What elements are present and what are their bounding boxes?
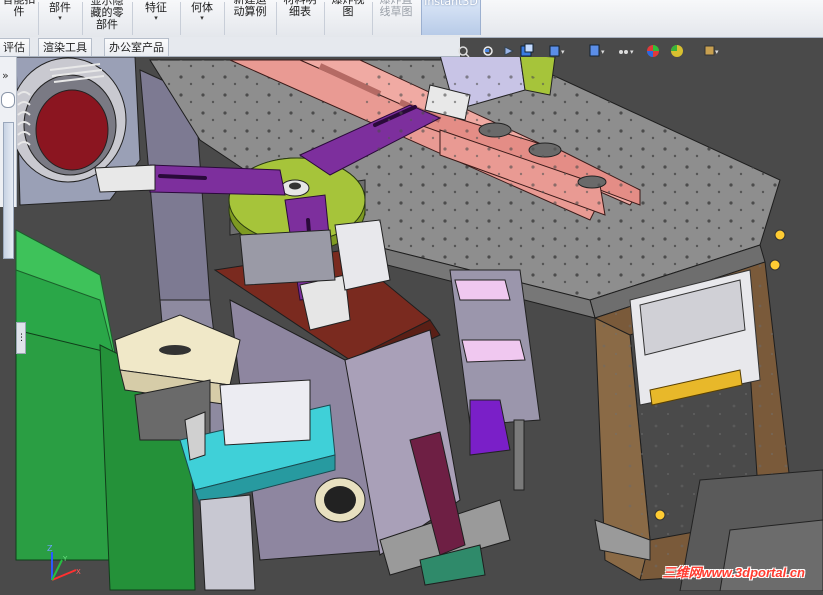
- features-button[interactable]: 特征 ▾: [134, 0, 178, 37]
- command-manager-ribbon: 智能扣 件 部件 ▾ 显示隐 藏的零 部件 特征 ▾ 何体 ▾ 新建运 动算例 …: [0, 0, 823, 38]
- explode-line-sketch-button[interactable]: 爆炸直 线草图: [374, 0, 418, 37]
- instant3d-label: Instant3D: [424, 0, 478, 8]
- reference-geometry-button[interactable]: 何体 ▾: [182, 0, 222, 37]
- section-view-icon[interactable]: [520, 43, 534, 57]
- svg-text:▾: ▾: [630, 48, 634, 56]
- graphics-area[interactable]: Z Y X 三维网www.3dportal.cn: [0, 54, 823, 592]
- command-manager-tabs: 评估 渲染工具 办公室产品: [0, 37, 460, 57]
- display-style-icon[interactable]: ▾: [589, 44, 605, 57]
- smart-fasteners-label: 智能扣 件: [3, 0, 36, 18]
- panel-splitter-handle[interactable]: ⋮: [16, 322, 26, 354]
- features-label: 特征: [145, 1, 167, 14]
- zoom-area-icon[interactable]: [483, 46, 493, 56]
- watermark: 三维网www.3dportal.cn: [662, 565, 805, 580]
- assembly-model: [0, 54, 823, 592]
- show-hidden-components-label: 显示隐 藏的零 部件: [90, 0, 124, 31]
- view-orientation-icon[interactable]: ▾: [549, 45, 565, 57]
- view-settings-icon[interactable]: ▾: [704, 45, 719, 56]
- bill-of-materials-button[interactable]: 材料明 细表: [278, 0, 322, 37]
- ribbon-separator: [224, 2, 225, 35]
- components-button[interactable]: 部件 ▾: [40, 0, 80, 37]
- svg-text:▾: ▾: [601, 48, 605, 56]
- svg-text:▾: ▾: [561, 48, 565, 56]
- triad-y-label: Y: [62, 555, 68, 563]
- instant3d-button[interactable]: Instant3D: [421, 0, 481, 35]
- feature-manager-collapsed-panel: »: [0, 57, 17, 259]
- chevron-down-icon: ▾: [58, 14, 62, 22]
- new-motion-study-label: 新建运 动算例: [233, 0, 267, 18]
- apply-scene-icon[interactable]: [671, 45, 683, 57]
- hide-show-icon[interactable]: ▾: [619, 48, 634, 56]
- smart-fasteners-button[interactable]: 智能扣 件: [0, 0, 38, 37]
- chevron-down-icon: ▾: [200, 14, 204, 22]
- ribbon-separator: [180, 2, 181, 35]
- edit-appearance-icon[interactable]: [647, 45, 659, 57]
- explode-line-sketch-label: 爆炸直 线草图: [379, 0, 413, 18]
- svg-text:▾: ▾: [715, 48, 719, 56]
- panel-toggle-icon[interactable]: [1, 92, 15, 108]
- coordinate-triad: Z Y X: [47, 544, 81, 581]
- heads-up-view-toolbar: ▾ ▾ ▾ ▾: [458, 43, 719, 58]
- components-label: 部件: [49, 1, 71, 14]
- tab-evaluate[interactable]: 评估: [0, 38, 30, 56]
- panel-scrollbar[interactable]: [3, 122, 14, 259]
- ribbon-separator: [276, 2, 277, 35]
- ribbon-separator: [38, 2, 39, 35]
- tab-office-products[interactable]: 办公室产品: [104, 38, 169, 56]
- exploded-view-label: 爆炸视 图: [332, 0, 365, 18]
- ribbon-separator: [132, 2, 133, 35]
- expand-panel-icon[interactable]: »: [2, 69, 9, 82]
- chevron-down-icon: ▾: [154, 14, 158, 22]
- tab-render-tools[interactable]: 渲染工具: [38, 38, 92, 56]
- previous-view-icon[interactable]: [504, 46, 515, 56]
- reference-geometry-label: 何体: [191, 1, 213, 14]
- triad-x-label: X: [76, 568, 81, 576]
- zoom-fit-icon[interactable]: [458, 46, 470, 58]
- ribbon-separator: [82, 2, 83, 35]
- ribbon-separator: [324, 2, 325, 35]
- exploded-view-button[interactable]: 爆炸视 图: [326, 0, 370, 37]
- show-hidden-components-button[interactable]: 显示隐 藏的零 部件: [84, 0, 130, 37]
- triad-z-label: Z: [47, 544, 53, 553]
- ribbon-separator: [372, 2, 373, 35]
- new-motion-study-button[interactable]: 新建运 动算例: [226, 0, 274, 37]
- bill-of-materials-label: 材料明 细表: [284, 0, 317, 18]
